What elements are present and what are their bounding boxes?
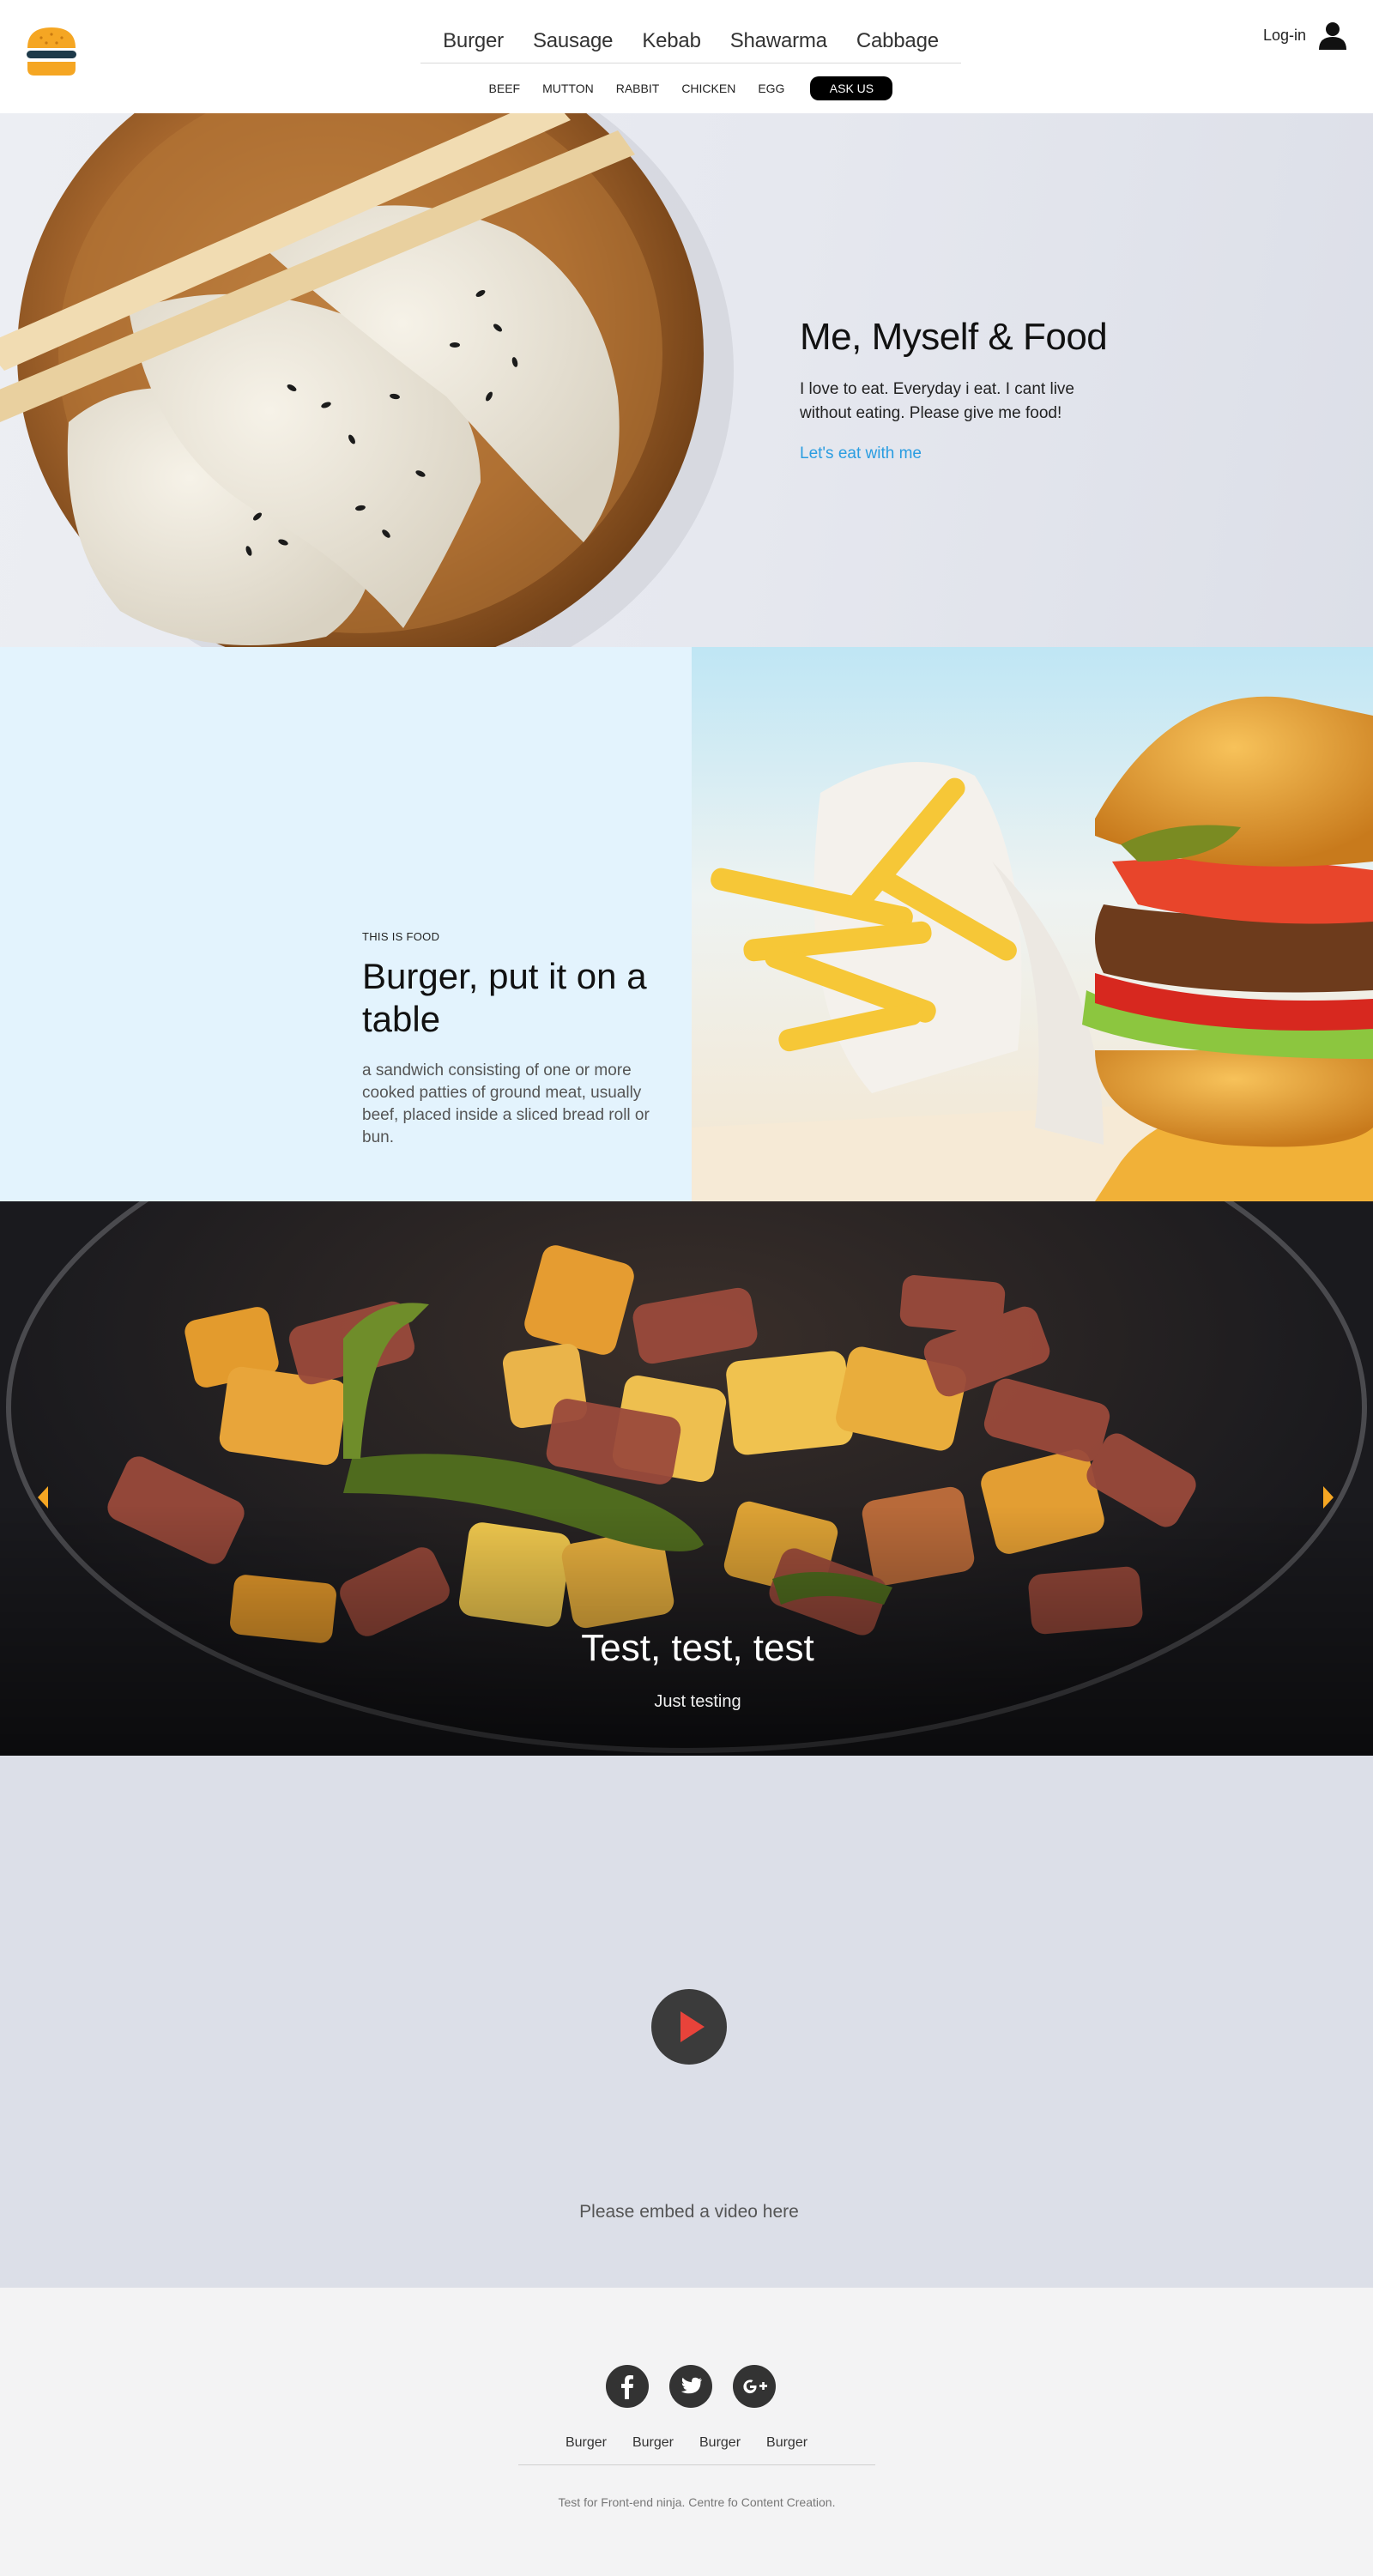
video-section: Please embed a video here [0, 1756, 1373, 2288]
footer-link-3[interactable]: Burger [699, 2435, 741, 2451]
google-plus-icon[interactable] [733, 2365, 776, 2408]
slider-prev-arrow[interactable] [34, 1485, 51, 1510]
subnav-item-egg[interactable]: EGG [758, 82, 784, 95]
burger-image [692, 647, 1373, 1201]
social-links [606, 2365, 776, 2408]
subnav-item-rabbit[interactable]: RABBIT [616, 82, 660, 95]
twitter-icon[interactable] [669, 2365, 712, 2408]
subnav-item-chicken[interactable]: CHICKEN [681, 82, 735, 95]
login-link[interactable]: Log-in [1263, 21, 1347, 50]
slide-title: Test, test, test [581, 1627, 814, 1669]
footer-link-4[interactable]: Burger [766, 2435, 807, 2451]
slider-next-arrow[interactable] [1320, 1485, 1337, 1510]
hero-text: Me, Myself & Food I love to eat. Everyda… [800, 316, 1160, 463]
image-slider: Test, test, test Just testing [0, 1201, 1373, 1756]
page: Burger Sausage Kebab Shawarma Cabbage BE… [0, 0, 1373, 2576]
subnav-item-mutton[interactable]: MUTTON [542, 82, 594, 95]
play-button[interactable] [651, 1989, 727, 2065]
hero-title: Me, Myself & Food [800, 316, 1108, 358]
nav-item-shawarma[interactable]: Shawarma [730, 29, 827, 53]
nav-item-cabbage[interactable]: Cabbage [856, 29, 939, 53]
slide-subtitle: Just testing [654, 1692, 741, 1711]
burger-eyebrow: THIS IS FOOD [362, 930, 440, 943]
copyright-text: Test for Front-end ninja. Centre fo Cont… [558, 2495, 836, 2509]
burger-text: THIS IS FOOD Burger, put it on a table a… [362, 930, 654, 1149]
burger-title: Burger, put it on a table [362, 956, 647, 1039]
footer-divider [518, 2464, 875, 2465]
footer-links: Burger Burger Burger Burger [0, 2435, 1373, 2451]
facebook-icon[interactable] [606, 2365, 649, 2408]
play-icon [680, 2011, 705, 2042]
nav-item-burger[interactable]: Burger [443, 29, 504, 53]
main-nav: Burger Sausage Kebab Shawarma Cabbage [420, 19, 961, 63]
slide-image [0, 1201, 1373, 1756]
nav-item-sausage[interactable]: Sausage [533, 29, 614, 53]
ask-us-button[interactable]: ASK US [810, 76, 893, 100]
footer-link-2[interactable]: Burger [632, 2435, 674, 2451]
burger-description: a sandwich consisting of one or more coo… [362, 1061, 650, 1146]
burger-section: THIS IS FOOD Burger, put it on a table a… [0, 647, 1373, 1201]
login-label: Log-in [1262, 26, 1306, 44]
hero-cta-link[interactable]: Let's eat with me [800, 444, 922, 463]
header: Burger Sausage Kebab Shawarma Cabbage BE… [0, 0, 1373, 113]
hero-section: Me, Myself & Food I love to eat. Everyda… [0, 113, 1373, 647]
video-caption: Please embed a video here [579, 2202, 799, 2222]
burger-logo-icon[interactable] [24, 26, 79, 79]
footer: Burger Burger Burger Burger Test for Fro… [0, 2288, 1373, 2576]
nav-item-kebab[interactable]: Kebab [642, 29, 701, 53]
footer-link-1[interactable]: Burger [566, 2435, 607, 2451]
hero-image [0, 113, 734, 647]
burger-text-panel: THIS IS FOOD Burger, put it on a table a… [0, 647, 692, 1201]
subnav-item-beef[interactable]: BEEF [489, 82, 521, 95]
user-icon [1319, 22, 1346, 50]
sub-nav: BEEF MUTTON RABBIT CHICKEN EGG ASK US [420, 76, 961, 101]
hero-description: I love to eat. Everyday i eat. I cant li… [800, 380, 1074, 422]
